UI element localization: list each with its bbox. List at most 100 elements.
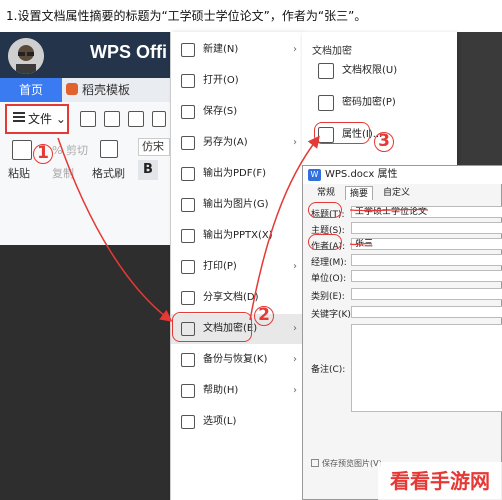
- screenshot-root: 1.设置文档属性摘要的标题为“工学硕士学位论文”，作者为“张三”。 WPS Of…: [0, 0, 502, 500]
- keywords-field[interactable]: [351, 306, 502, 318]
- chevron-right-icon: ›: [293, 323, 297, 334]
- menu-item[interactable]: 另存为(A) ›: [171, 128, 303, 158]
- instruction-text: 1.设置文档属性摘要的标题为“工学硕士学位论文”，作者为“张三”。: [0, 0, 502, 32]
- company-label: 单位(O):: [311, 274, 347, 284]
- subject-field[interactable]: [351, 222, 502, 234]
- format-painter-label[interactable]: 格式刷: [92, 165, 125, 181]
- chevron-right-icon: ›: [293, 385, 297, 396]
- tab-bar: 首页 稻壳模板: [0, 78, 170, 102]
- dialog-title: WPS.docx 属性: [325, 169, 398, 180]
- menu-item-label: 帮助(H): [203, 385, 239, 396]
- chevron-right-icon: ›: [293, 137, 297, 148]
- cut-button[interactable]: % 剪切: [52, 142, 88, 158]
- manager-field[interactable]: [351, 254, 502, 266]
- author-field[interactable]: 张三: [351, 238, 502, 250]
- tab-home[interactable]: 首页: [0, 78, 62, 102]
- menu-item[interactable]: 保存(S): [171, 97, 303, 127]
- format-painter-icon[interactable]: [100, 140, 118, 158]
- image-icon: [181, 198, 195, 212]
- paste-icon[interactable]: [12, 140, 32, 160]
- pptx-icon: [181, 229, 195, 243]
- tab-doke-templates[interactable]: 稻壳模板: [66, 78, 130, 102]
- dialog-tab-summary[interactable]: 摘要: [345, 186, 374, 200]
- file-button-label: 文件: [28, 112, 53, 126]
- share-icon: [181, 291, 195, 305]
- wps-doc-icon: W: [308, 169, 321, 181]
- title-field[interactable]: 工学硕士学位论文: [351, 206, 502, 218]
- submenu-item-password[interactable]: 密码加密(P): [318, 92, 396, 114]
- menu-item-label: 输出为PPTX(X): [203, 230, 273, 241]
- submenu-title: 文档加密: [312, 46, 352, 57]
- annotation-number-1: 1: [33, 144, 53, 164]
- document-area: [0, 245, 170, 500]
- file-menu-button[interactable]: 文件 ⌄: [5, 104, 69, 134]
- print-icon[interactable]: [104, 111, 120, 127]
- export-icon[interactable]: [128, 111, 144, 127]
- menu-item-label: 备份与恢复(K): [203, 354, 268, 365]
- file-menu: 新建(N) › 打开(O) 保存(S) 另存为(A) › 输出为PDF(F) 输出为图片(G)…: [170, 32, 303, 500]
- comments-textarea[interactable]: [351, 324, 502, 412]
- menu-item-label: 选项(L): [203, 416, 237, 427]
- submenu-item-label: 密码加密(P): [342, 97, 396, 108]
- keywords-label: 关键字(K):: [311, 310, 354, 320]
- annotation-box-properties: [314, 122, 370, 144]
- menu-item-label: 打印(P): [203, 261, 237, 272]
- menu-item[interactable]: 输出为PDF(F): [171, 159, 303, 189]
- menu-item[interactable]: 选项(L): [171, 407, 303, 437]
- chevron-right-icon: ›: [293, 261, 297, 272]
- help-icon: [181, 384, 195, 398]
- undo-icon[interactable]: [152, 111, 166, 127]
- pdf-icon: [181, 167, 195, 181]
- font-select[interactable]: 仿宋: [138, 138, 170, 156]
- menu-item-label: 打开(O): [203, 75, 239, 86]
- open-icon: [181, 74, 195, 88]
- dialog-tabs: 常规 摘要 自定义: [303, 186, 502, 200]
- menu-item-label: 保存(S): [203, 106, 238, 117]
- lock-icon: [318, 95, 334, 111]
- menu-item-label: 分享文档(D): [203, 292, 259, 303]
- menu-item[interactable]: 打印(P) ›: [171, 252, 303, 282]
- watermark: 看看手游网: [378, 462, 502, 500]
- menu-item[interactable]: 输出为PPTX(X): [171, 221, 303, 251]
- menu-item-label: 新建(N): [203, 44, 239, 55]
- backup-icon: [181, 353, 195, 367]
- bold-button[interactable]: B: [138, 160, 158, 180]
- preview-checkbox-label: 保存预览图片(V): [322, 459, 382, 468]
- submenu-item-permission[interactable]: 文档权限(U): [318, 60, 397, 82]
- annotation-number-3: 3: [374, 132, 394, 152]
- menu-item[interactable]: 打开(O): [171, 66, 303, 96]
- options-icon: [181, 415, 195, 429]
- menu-item[interactable]: 新建(N) ›: [171, 35, 303, 65]
- menu-item[interactable]: 帮助(H) ›: [171, 376, 303, 406]
- title-bar: WPS Offi: [0, 32, 170, 78]
- paste-label[interactable]: 粘贴: [8, 165, 30, 181]
- dialog-title-bar: W WPS.docx 属性: [303, 166, 502, 184]
- category-label: 类别(E):: [311, 292, 345, 302]
- avatar[interactable]: [8, 38, 44, 74]
- menu-item-label: 另存为(A): [203, 137, 248, 148]
- hamburger-icon: [13, 110, 25, 124]
- permission-icon: [318, 63, 334, 79]
- save-as-icon: [181, 136, 195, 150]
- company-field[interactable]: [351, 270, 502, 282]
- annotation-box-title: [308, 202, 342, 218]
- wps-logo: WPS Offi: [90, 42, 167, 62]
- dialog-tab-custom[interactable]: 自定义: [379, 186, 414, 200]
- annotation-box-encrypt: [172, 312, 252, 342]
- print-icon: [181, 260, 195, 274]
- copy-button[interactable]: 复制: [52, 165, 74, 181]
- tab-doke-label: 稻壳模板: [82, 83, 131, 97]
- dialog-tab-general[interactable]: 常规: [313, 186, 339, 200]
- menu-item[interactable]: 输出为图片(G): [171, 190, 303, 220]
- menu-item-label: 输出为PDF(F): [203, 168, 267, 179]
- doke-icon: [66, 83, 78, 95]
- category-field[interactable]: [351, 288, 502, 300]
- save-icon[interactable]: [80, 111, 96, 127]
- checkbox-box[interactable]: [311, 459, 319, 467]
- preview-checkbox[interactable]: 保存预览图片(V): [311, 458, 382, 469]
- new-icon: [181, 43, 195, 57]
- menu-item[interactable]: 备份与恢复(K) ›: [171, 345, 303, 375]
- menu-item[interactable]: 分享文档(D): [171, 283, 303, 313]
- menu-item-label: 输出为图片(G): [203, 199, 269, 210]
- chevron-right-icon: ›: [293, 44, 297, 55]
